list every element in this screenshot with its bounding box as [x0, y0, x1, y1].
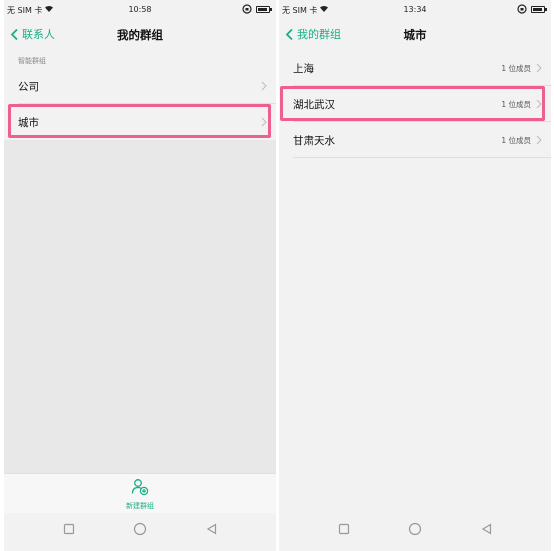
recent-apps-button[interactable] [336, 521, 352, 537]
rotation-lock-icon [242, 4, 252, 16]
group-item-city[interactable]: 城市 [4, 104, 276, 140]
home-icon [408, 522, 422, 536]
back-label: 联系人 [22, 28, 55, 41]
back-nav-button[interactable] [479, 521, 495, 537]
city-label: 上海 [293, 62, 314, 75]
system-nav-bar [4, 513, 276, 545]
status-bar: 无 SIM 卡 13:34 [279, 0, 551, 20]
city-item-gansu-tianshui[interactable]: 甘肃天水 1 位成员 [279, 122, 551, 158]
home-button[interactable] [407, 521, 423, 537]
status-time: 13:34 [403, 5, 427, 14]
group-label: 公司 [18, 80, 39, 93]
battery-icon [531, 6, 547, 13]
bottom-action-bar: 新建群组 [4, 473, 276, 513]
chevron-right-icon [261, 81, 267, 91]
nav-bar: 联系人 我的群组 [4, 20, 276, 48]
group-item-company[interactable]: 公司 [4, 68, 276, 104]
chevron-left-icon [285, 28, 293, 40]
add-group-icon [131, 479, 149, 496]
battery-icon [256, 6, 272, 13]
recent-apps-icon [338, 523, 350, 535]
recent-apps-icon [63, 523, 75, 535]
empty-area [4, 140, 276, 473]
member-count: 1 位成员 [501, 63, 531, 73]
left-screen: 无 SIM 卡 10:58 联系人 我的群组 智能群组 公司 城市 新建群组 [4, 0, 276, 551]
city-item-hubei-wuhan[interactable]: 湖北武汉 1 位成员 [279, 86, 551, 122]
home-icon [133, 522, 147, 536]
chevron-right-icon [536, 63, 542, 73]
recent-apps-button[interactable] [61, 521, 77, 537]
back-icon [481, 523, 492, 535]
section-label-smart-groups: 智能群组 [18, 57, 46, 65]
nav-bar: 我的群组 城市 [279, 20, 551, 48]
status-bar: 无 SIM 卡 10:58 [4, 0, 276, 20]
new-group-label: 新建群组 [126, 502, 154, 510]
city-label: 甘肃天水 [293, 134, 335, 147]
back-icon [206, 523, 217, 535]
divider [293, 157, 551, 158]
member-count: 1 位成员 [501, 99, 531, 109]
chevron-right-icon [261, 117, 267, 127]
chevron-right-icon [536, 135, 542, 145]
home-button[interactable] [132, 521, 148, 537]
right-screen: 无 SIM 卡 13:34 我的群组 城市 上海 1 位成员 湖北武汉 1 位成… [279, 0, 551, 551]
back-to-contacts-button[interactable]: 联系人 [10, 24, 55, 44]
system-nav-bar [279, 513, 551, 545]
chevron-right-icon [536, 99, 542, 109]
back-nav-button[interactable] [204, 521, 220, 537]
chevron-left-icon [10, 28, 18, 40]
back-label: 我的群组 [297, 28, 341, 41]
back-to-my-groups-button[interactable]: 我的群组 [285, 24, 341, 44]
rotation-lock-icon [517, 4, 527, 16]
city-label: 湖北武汉 [293, 98, 335, 111]
group-label: 城市 [18, 116, 39, 129]
new-group-button[interactable]: 新建群组 [4, 478, 276, 511]
member-count: 1 位成员 [501, 135, 531, 145]
city-item-shanghai[interactable]: 上海 1 位成员 [279, 50, 551, 86]
status-time: 10:58 [128, 5, 152, 14]
